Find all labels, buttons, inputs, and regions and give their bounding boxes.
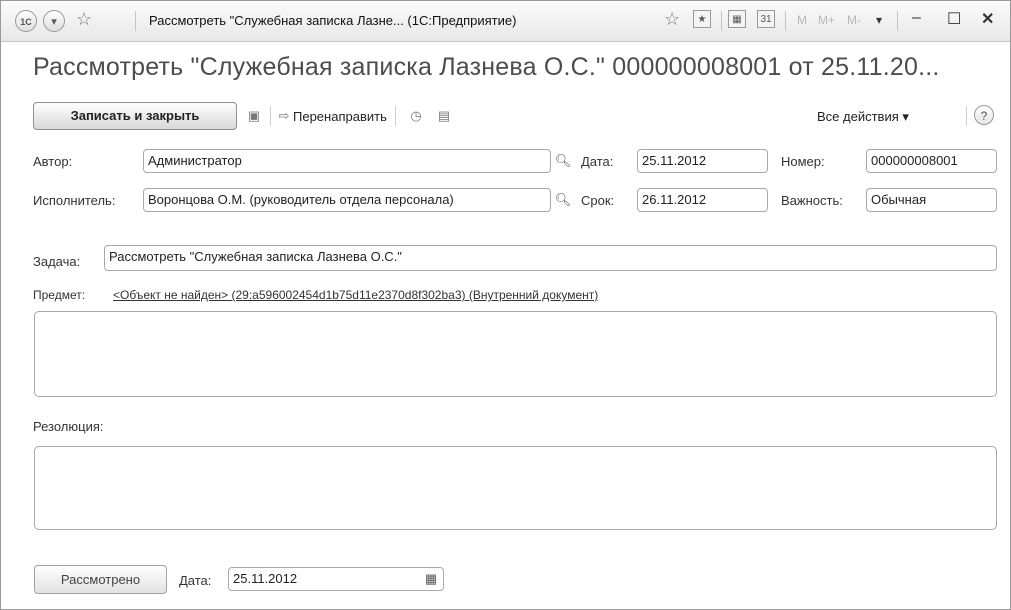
- separator: [785, 11, 786, 31]
- resolution-label: Резолюция:: [33, 419, 104, 434]
- search-icon[interactable]: 🔍︎: [553, 189, 573, 211]
- application-window: 1С ▾ ☆ Рассмотреть "Служебная записка Ла…: [0, 0, 1011, 610]
- form-heading: Рассмотреть "Служебная записка Лазнева О…: [33, 53, 940, 81]
- add-favorite-icon[interactable]: ☆: [664, 9, 680, 30]
- window-title: Рассмотреть "Служебная записка Лазне... …: [149, 13, 517, 28]
- memory-m-minus-button[interactable]: M-: [847, 13, 861, 27]
- separator: [270, 106, 271, 126]
- forward-arrow-icon[interactable]: ⇨: [275, 107, 293, 125]
- importance-field[interactable]: Обычная: [866, 188, 997, 212]
- number-field[interactable]: 000000008001: [866, 149, 997, 173]
- resolution-textarea[interactable]: [34, 446, 997, 530]
- date-field[interactable]: 25.11.2012: [637, 149, 768, 173]
- date-label: Дата:: [581, 154, 614, 169]
- calendar-icon[interactable]: ▦: [421, 569, 441, 589]
- maximize-icon[interactable]: ☐: [947, 9, 961, 29]
- minimize-icon[interactable]: –: [912, 9, 921, 27]
- chevron-down-icon[interactable]: ▾: [876, 13, 882, 27]
- subject-label: Предмет:: [33, 288, 86, 302]
- structure-icon[interactable]: ▤: [435, 107, 453, 125]
- calendar-icon[interactable]: 31: [757, 10, 775, 28]
- save-and-close-button[interactable]: Записать и закрыть: [33, 102, 237, 130]
- all-actions-label: Все действия: [817, 109, 899, 124]
- number-label: Номер:: [781, 154, 825, 169]
- deadline-field[interactable]: 26.11.2012: [637, 188, 768, 212]
- footer-date-label: Дата:: [179, 573, 212, 588]
- footer-date-field[interactable]: 25.11.2012: [228, 567, 444, 591]
- separator: [897, 11, 898, 31]
- separator: [395, 106, 396, 126]
- subject-description-area[interactable]: [34, 311, 997, 397]
- memory-m-button[interactable]: M: [797, 13, 807, 27]
- favorite-star-icon[interactable]: ☆: [76, 9, 92, 30]
- save-icon[interactable]: ▣: [245, 107, 263, 125]
- task-label: Задача:: [33, 254, 81, 269]
- all-actions-menu[interactable]: Все действия ▾: [817, 109, 909, 125]
- separator: [966, 106, 967, 126]
- author-label: Автор:: [33, 154, 73, 169]
- separator: [135, 11, 136, 31]
- reviewed-button[interactable]: Рассмотрено: [34, 565, 167, 594]
- subject-link[interactable]: <Объект не найден> (29:a596002454d1b75d1…: [113, 288, 598, 302]
- chevron-down-icon: ▾: [902, 109, 909, 124]
- calculator-icon[interactable]: ▦: [728, 10, 746, 28]
- memory-m-plus-button[interactable]: M+: [818, 13, 835, 27]
- executor-field[interactable]: Воронцова О.М. (руководитель отдела перс…: [143, 188, 551, 212]
- help-button[interactable]: ?: [974, 105, 994, 125]
- separator: [721, 11, 722, 31]
- executor-label: Исполнитель:: [33, 193, 116, 208]
- forward-button[interactable]: Перенаправить: [293, 109, 387, 124]
- bookmark-icon[interactable]: ★: [693, 10, 711, 28]
- window-menu-icon[interactable]: ▾: [43, 10, 65, 32]
- task-field[interactable]: Рассмотреть "Служебная записка Лазнева О…: [104, 245, 997, 271]
- title-bar: 1С ▾ ☆ Рассмотреть "Служебная записка Ла…: [1, 1, 1010, 42]
- search-icon[interactable]: 🔍︎: [553, 150, 573, 172]
- 1c-logo-icon[interactable]: 1С: [15, 10, 37, 32]
- importance-label: Важность:: [781, 193, 843, 208]
- author-field[interactable]: Администратор: [143, 149, 551, 173]
- close-icon[interactable]: ✕: [981, 9, 994, 29]
- deadline-label: Срок:: [581, 193, 615, 208]
- clock-icon[interactable]: ◷: [407, 107, 425, 125]
